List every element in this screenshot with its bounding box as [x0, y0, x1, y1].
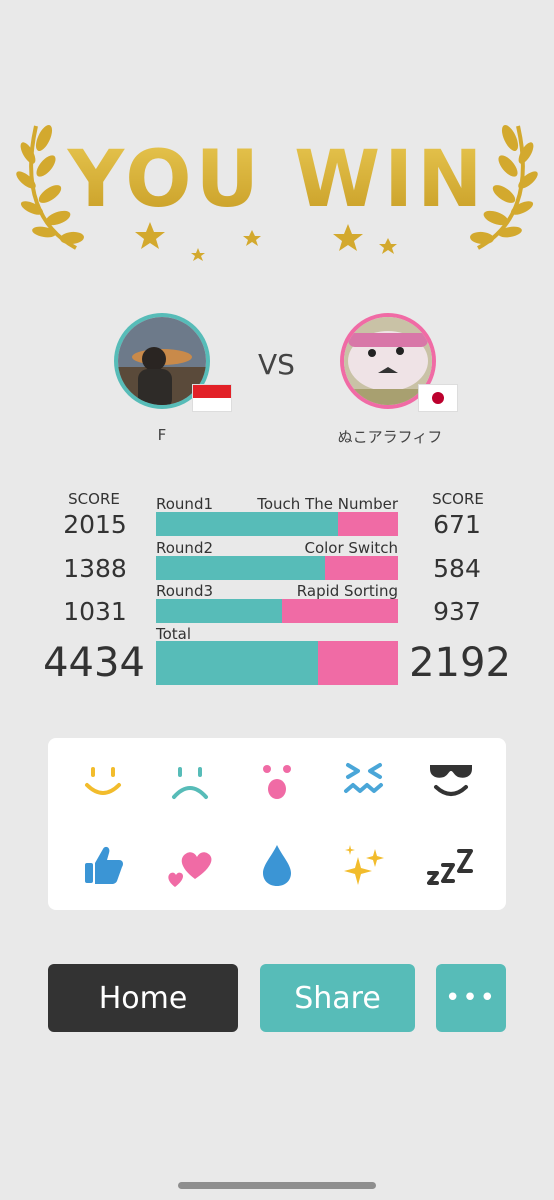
stars-decoration-icon — [135, 222, 397, 261]
player2-name: ぬこアラフィフ — [337, 428, 443, 446]
share-button[interactable]: Share — [260, 964, 415, 1032]
smile-emoji-icon[interactable] — [78, 756, 128, 806]
player2-flag-icon — [418, 384, 458, 412]
page-title: YOU WIN — [0, 135, 554, 225]
total-p1-fill — [156, 641, 319, 685]
sunglasses-emoji-icon[interactable] — [426, 756, 476, 806]
round1-score-bar — [156, 512, 398, 536]
round1-p1-score: 2015 — [63, 510, 127, 539]
round2-p1-fill — [156, 556, 326, 580]
total-p1-score: 4434 — [43, 640, 145, 686]
sparkles-icon[interactable] — [339, 840, 389, 890]
home-button[interactable]: Home — [48, 964, 238, 1032]
round1-p1-fill — [156, 512, 338, 536]
round1-game: Touch The Number — [257, 495, 398, 513]
round3-p1-score: 1031 — [63, 597, 127, 626]
total-p2-score: 2192 — [409, 640, 511, 686]
more-options-button[interactable]: ••• — [436, 964, 506, 1032]
player2-score-header: SCORE — [432, 490, 484, 508]
zzz-icon[interactable] — [426, 840, 476, 890]
squint-emoji-icon[interactable] — [339, 756, 389, 806]
hearts-icon[interactable] — [165, 840, 215, 890]
sad-emoji-icon[interactable] — [165, 756, 215, 806]
thumbs-up-icon[interactable] — [78, 840, 128, 890]
player1-score-header: SCORE — [68, 490, 120, 508]
reaction-panel — [48, 738, 506, 910]
home-indicator[interactable] — [178, 1182, 376, 1189]
player1-name: F — [157, 426, 167, 444]
more-dots-icon: ••• — [444, 983, 497, 1013]
round2-game: Color Switch — [304, 539, 398, 557]
droplet-icon[interactable] — [252, 840, 302, 890]
player1-flag-icon — [192, 384, 232, 412]
round2-p1-score: 1388 — [63, 554, 127, 583]
round2-p2-score: 584 — [433, 554, 481, 583]
total-score-bar — [156, 641, 398, 685]
surprised-emoji-icon[interactable] — [252, 756, 302, 806]
round3-p2-score: 937 — [433, 597, 481, 626]
round2-score-bar — [156, 556, 398, 580]
vs-label: VS — [258, 348, 295, 381]
round1-p2-score: 671 — [433, 510, 481, 539]
round3-game: Rapid Sorting — [296, 582, 398, 600]
round3-score-bar — [156, 599, 398, 623]
round3-p1-fill — [156, 599, 282, 623]
